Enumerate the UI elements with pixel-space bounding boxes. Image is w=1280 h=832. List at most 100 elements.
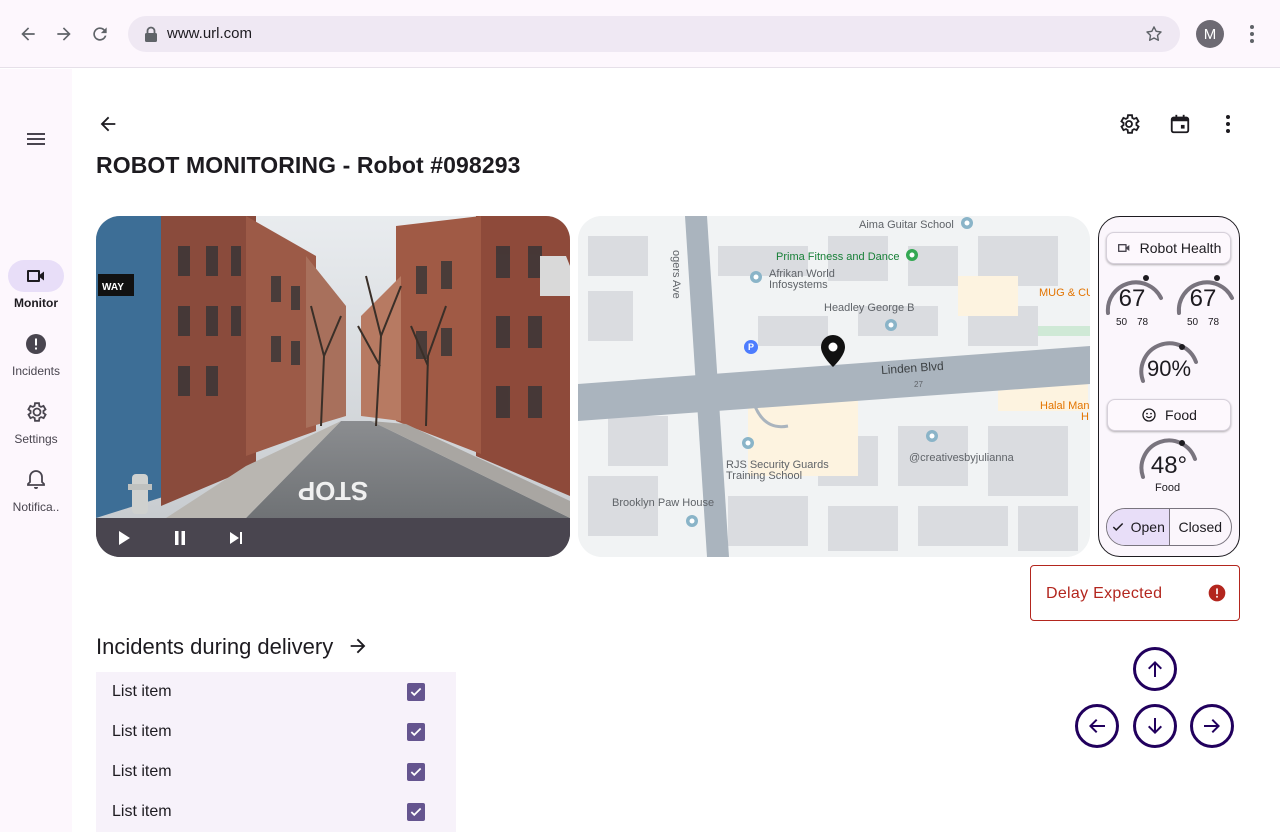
- rail-label: Notifica..: [12, 500, 60, 514]
- map-label: Prima Fitness and Dance: [776, 251, 900, 263]
- checkbox[interactable]: [407, 723, 425, 741]
- gauge-1-min: 50: [1116, 317, 1128, 328]
- map-label: Training School: [726, 470, 803, 482]
- place-marker-icon: [906, 249, 918, 261]
- chip-label: Robot Health: [1139, 240, 1222, 256]
- rail-item-monitor[interactable]: Monitor: [0, 260, 72, 310]
- place-marker-icon: [750, 271, 762, 283]
- back-icon[interactable]: [16, 22, 40, 46]
- settings-icon[interactable]: [1117, 112, 1141, 136]
- map-label: Infosystems: [769, 279, 828, 291]
- check-icon: [1112, 522, 1123, 531]
- incidents-list: List item List item List item List item: [96, 672, 456, 832]
- url-text: www.url.com: [167, 25, 253, 42]
- page-title: ROBOT MONITORING - Robot #098293: [96, 152, 521, 178]
- more-options-icon[interactable]: [1216, 112, 1240, 136]
- map-label: Brooklyn Paw House: [612, 497, 715, 509]
- gauge-2-min: 50: [1187, 317, 1199, 328]
- checkbox[interactable]: [407, 683, 425, 701]
- dpad-right-button[interactable]: [1190, 704, 1234, 748]
- place-marker-icon: [885, 319, 897, 331]
- map-label: ogers Ave: [670, 250, 682, 299]
- navigation-rail: Monitor Incidents Settings Notifica..: [0, 69, 72, 832]
- map-label: H: [1081, 411, 1089, 423]
- gauge-3-value: 90%: [1146, 356, 1192, 381]
- arrow-right-icon: [1204, 719, 1220, 733]
- gauge-2-max: 78: [1208, 317, 1220, 328]
- street-camera-image: STOP WAY: [96, 216, 570, 518]
- back-arrow-icon[interactable]: [96, 112, 120, 136]
- more-vert-icon[interactable]: [1242, 22, 1262, 46]
- alert-text: Delay Expected: [1046, 585, 1163, 602]
- rail-item-settings[interactable]: Settings: [0, 396, 72, 446]
- gauge-1-value: 67: [1118, 285, 1146, 312]
- rail-item-incidents[interactable]: Incidents: [0, 328, 72, 378]
- check-icon: [410, 687, 422, 697]
- video-controls: [96, 518, 570, 557]
- dpad-down-button[interactable]: [1133, 704, 1177, 748]
- rail-label: Incidents: [11, 364, 61, 378]
- check-icon: [410, 807, 422, 817]
- calendar-icon[interactable]: [1168, 112, 1192, 136]
- food-chip[interactable]: Food: [1107, 399, 1231, 431]
- arrow-down-icon: [1148, 718, 1162, 734]
- bell-icon: [27, 470, 45, 489]
- address-bar[interactable]: www.url.com: [128, 16, 1180, 52]
- svg-text:STOP: STOP: [298, 476, 368, 506]
- error-icon: [1208, 584, 1226, 602]
- list-item[interactable]: List item: [96, 792, 456, 832]
- delay-alert: Delay Expected: [1030, 565, 1240, 621]
- rail-label: Monitor: [14, 296, 58, 310]
- incidents-heading: Incidents during delivery: [96, 634, 334, 659]
- star-icon[interactable]: [1144, 24, 1164, 44]
- arrow-forward-icon[interactable]: [346, 634, 370, 658]
- check-icon: [410, 767, 422, 777]
- delivery-map[interactable]: Aima Guitar School Prima Fitness and Dan…: [578, 216, 1090, 557]
- segment-closed[interactable]: Closed: [1170, 509, 1232, 545]
- checkbox[interactable]: [407, 803, 425, 821]
- arrow-up-icon: [1148, 661, 1162, 677]
- svg-text:WAY: WAY: [102, 282, 124, 293]
- skip-next-icon[interactable]: [228, 530, 244, 546]
- dpad-left-button[interactable]: [1075, 704, 1119, 748]
- pause-icon[interactable]: [172, 530, 188, 546]
- dpad-up-button[interactable]: [1133, 647, 1177, 691]
- smiley-icon: [1142, 408, 1156, 422]
- map-label: Aima Guitar School: [859, 219, 954, 231]
- checkbox[interactable]: [407, 763, 425, 781]
- rail-label: Settings: [14, 432, 58, 446]
- list-item[interactable]: List item: [96, 712, 456, 752]
- arrow-left-icon: [1089, 719, 1105, 733]
- gauge-4-label: Food: [1155, 482, 1181, 494]
- play-icon[interactable]: [116, 530, 132, 546]
- robot-health-chip[interactable]: Robot Health: [1106, 232, 1231, 264]
- gear-icon: [27, 402, 47, 422]
- avatar[interactable]: M: [1196, 20, 1224, 48]
- map-label: 27: [914, 380, 923, 389]
- list-item[interactable]: List item: [96, 752, 456, 792]
- segment-open[interactable]: Open: [1107, 509, 1170, 545]
- list-item[interactable]: List item: [96, 672, 456, 712]
- chip-label: Food: [1165, 407, 1197, 423]
- alert-circle-icon: [26, 334, 46, 354]
- forward-icon[interactable]: [52, 22, 76, 46]
- rail-item-notifications[interactable]: Notifica..: [0, 464, 72, 514]
- menu-icon[interactable]: [24, 127, 48, 156]
- robot-location-pin-icon[interactable]: [820, 334, 846, 368]
- place-marker-icon: [961, 217, 973, 229]
- gauge-1-max: 78: [1137, 317, 1149, 328]
- check-icon: [410, 727, 422, 737]
- reload-icon[interactable]: [88, 22, 112, 46]
- parking-icon: P: [744, 340, 758, 354]
- videocam-icon: [1117, 244, 1129, 252]
- place-marker-icon: [926, 430, 938, 442]
- place-marker-icon: [686, 515, 698, 527]
- gauge-4-value: 48°: [1150, 452, 1188, 479]
- lock-icon: [145, 26, 157, 42]
- camera-video-player[interactable]: STOP WAY: [96, 216, 570, 557]
- lid-segmented-button: Open Closed: [1106, 508, 1232, 546]
- place-marker-icon: [742, 437, 754, 449]
- gauge-2-value: 67: [1189, 285, 1217, 312]
- map-label: Headley George B: [824, 302, 915, 314]
- rail-active-indicator: [8, 260, 64, 292]
